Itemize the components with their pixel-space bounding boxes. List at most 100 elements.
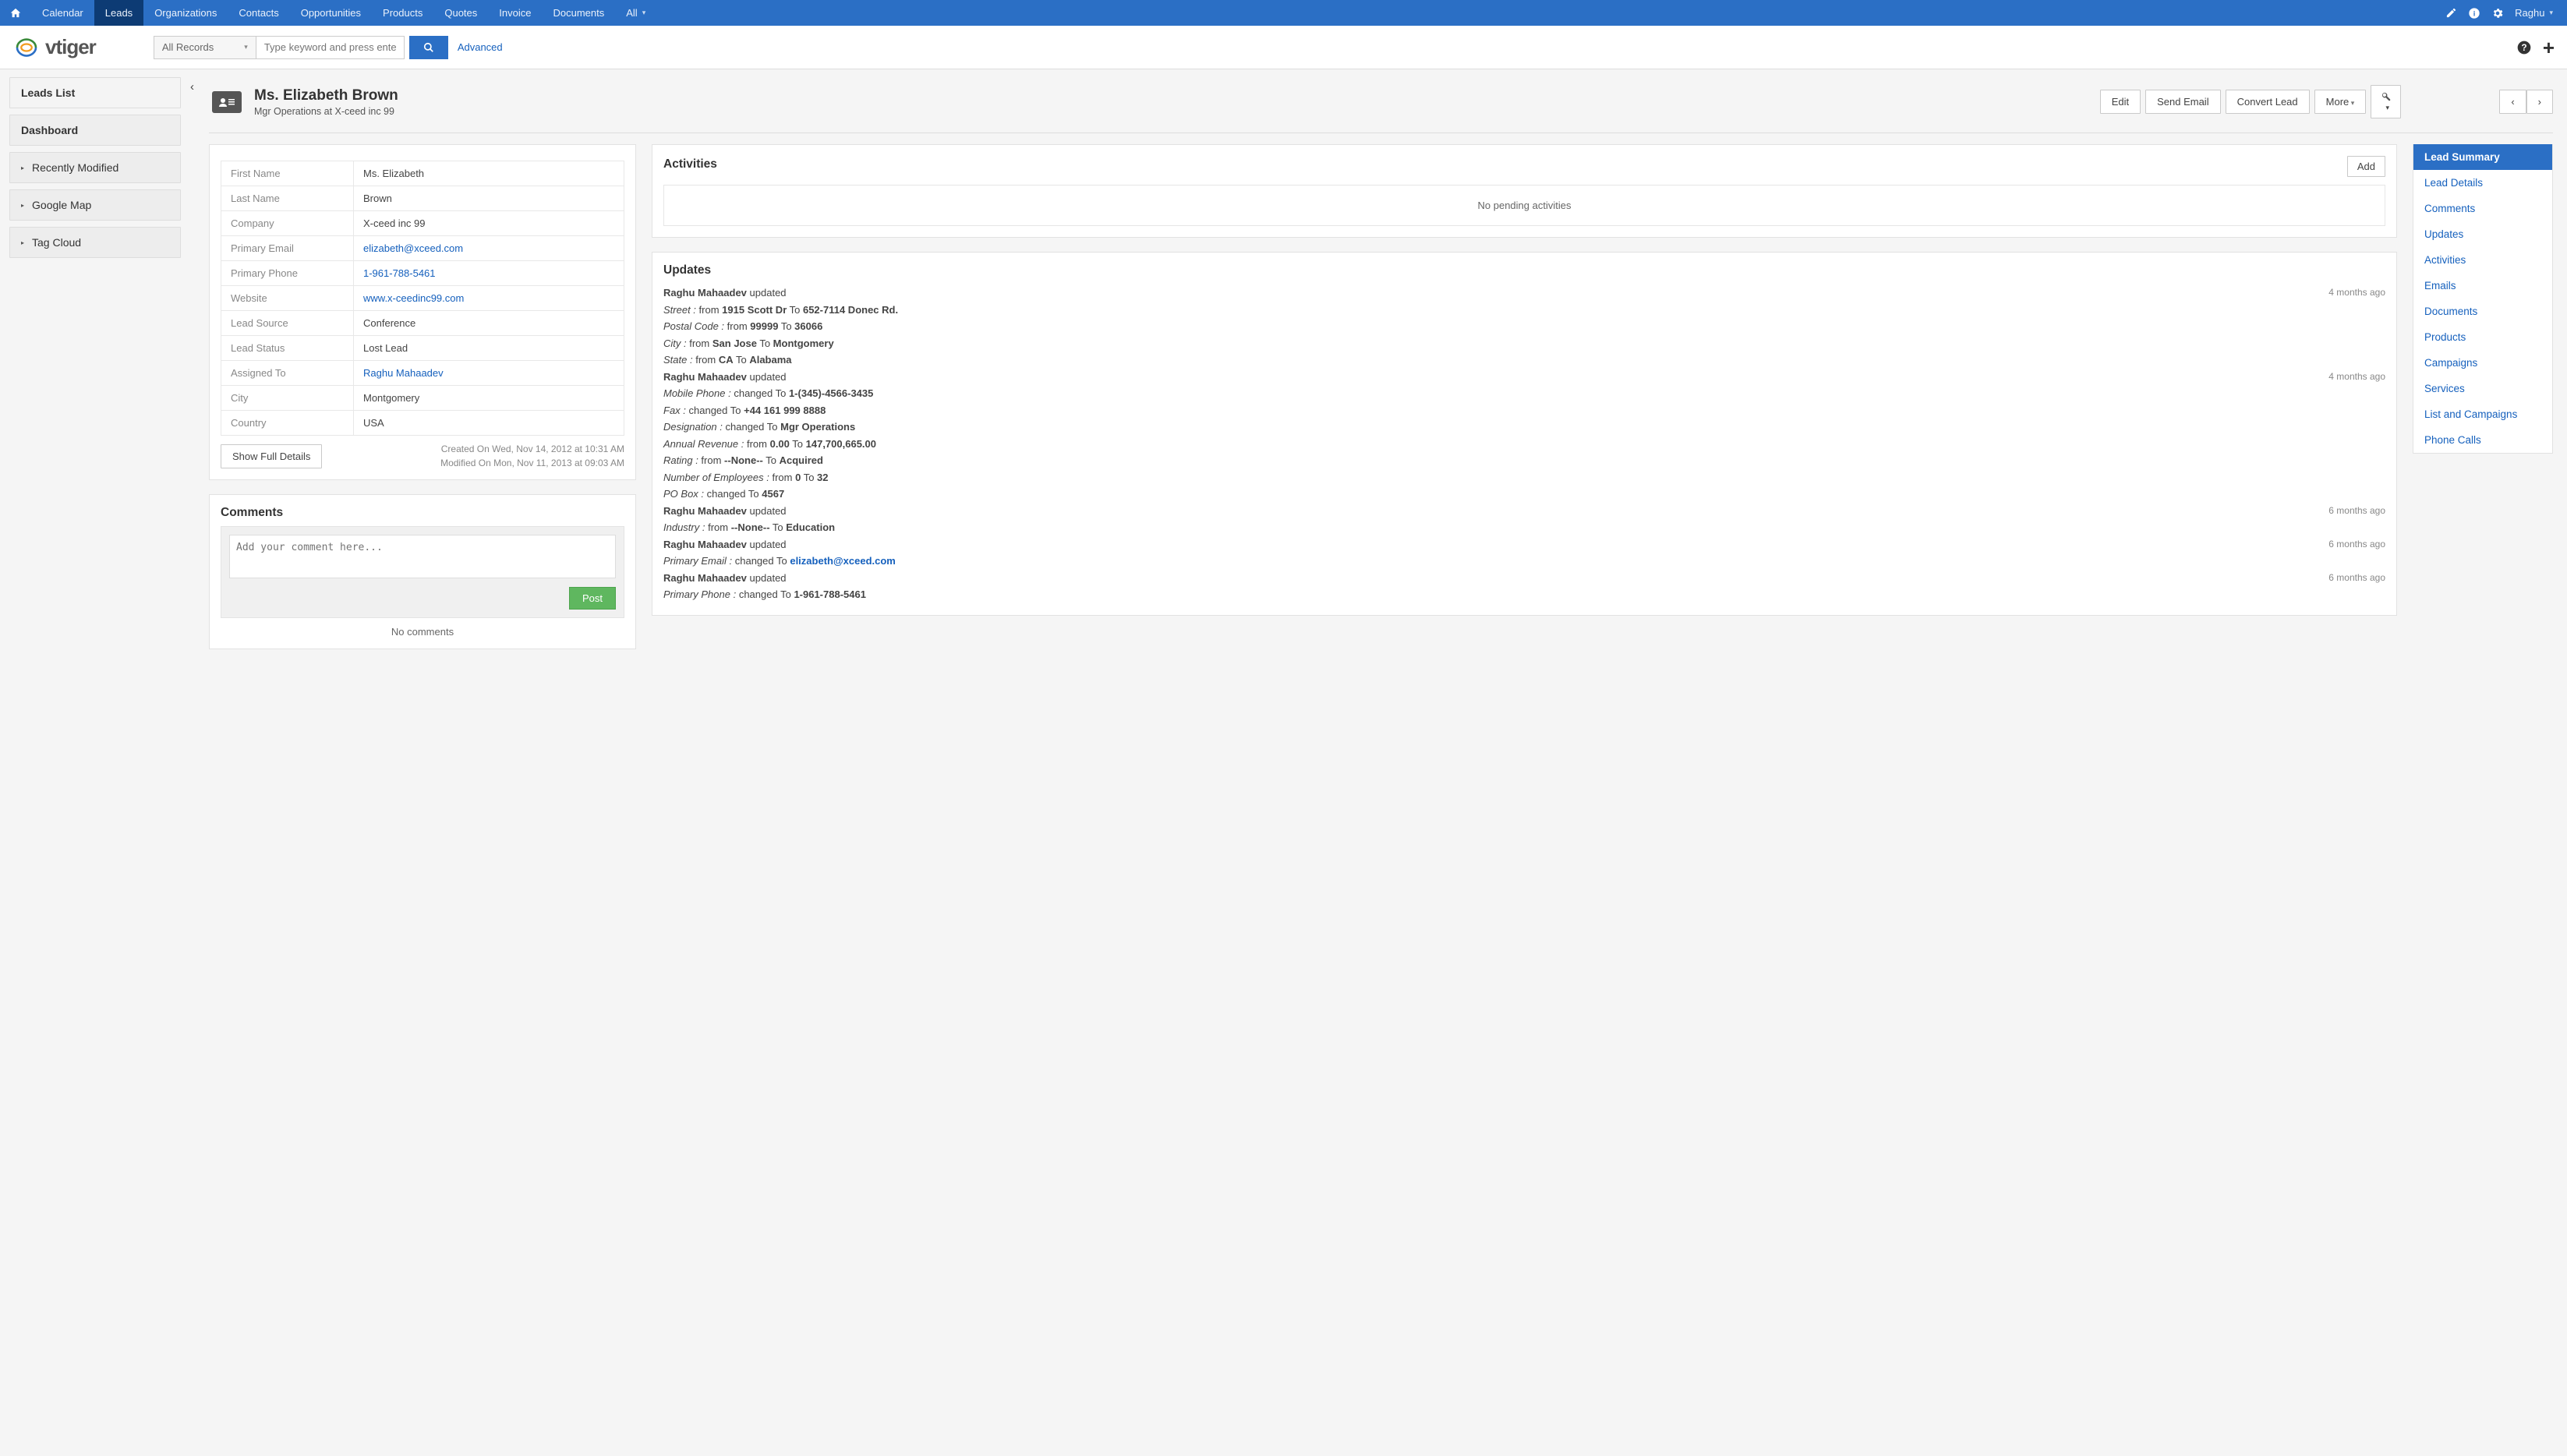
update-to: +44 161 999 8888 — [744, 405, 826, 416]
update-to: Education — [786, 521, 835, 533]
next-record-button[interactable]: › — [2526, 90, 2553, 114]
update-to: 147,700,665.00 — [806, 438, 876, 450]
updates-panel: Updates Raghu Mahaadev updated4 months a… — [652, 252, 2397, 616]
update-field: Annual Revenue : — [663, 438, 747, 450]
post-comment-button[interactable]: Post — [569, 587, 616, 610]
nav-item-invoice[interactable]: Invoice — [488, 0, 542, 26]
tools-button[interactable]: ▾ — [2371, 85, 2401, 118]
detail-value[interactable]: Raghu Mahaadev — [354, 361, 624, 386]
prev-record-button[interactable]: ‹ — [2499, 90, 2526, 114]
record-title: Ms. Elizabeth Brown — [254, 87, 398, 104]
update-to[interactable]: elizabeth@xceed.com — [790, 555, 896, 567]
right-tab-phone-calls[interactable]: Phone Calls — [2413, 427, 2552, 453]
sidebar-collapse-icon[interactable]: ‹ — [190, 80, 201, 96]
update-line: State : from CA To Alabama — [663, 352, 2385, 368]
sidebar-leads-list[interactable]: Leads List — [9, 77, 181, 108]
add-icon[interactable]: + — [2543, 37, 2555, 58]
nav-item-opportunities[interactable]: Opportunities — [290, 0, 372, 26]
advanced-search-link[interactable]: Advanced — [458, 41, 503, 53]
add-activity-button[interactable]: Add — [2347, 156, 2385, 177]
detail-label: Lead Status — [221, 336, 354, 361]
user-menu[interactable]: Raghu▾ — [2515, 7, 2553, 19]
help-icon[interactable]: ? — [2516, 40, 2532, 55]
right-tab-activities[interactable]: Activities — [2413, 247, 2552, 273]
nav-item-documents[interactable]: Documents — [542, 0, 615, 26]
detail-value: Montgomery — [354, 386, 624, 411]
gear-icon[interactable] — [2491, 7, 2504, 19]
right-tab-emails[interactable]: Emails — [2413, 273, 2552, 299]
update-line: Street : from 1915 Scott Dr To 652-7114 … — [663, 302, 2385, 318]
convert-lead-button[interactable]: Convert Lead — [2226, 90, 2310, 114]
update-to: Montgomery — [773, 337, 834, 349]
sidebar-dashboard[interactable]: Dashboard — [9, 115, 181, 146]
brand[interactable]: vtiger — [12, 35, 143, 59]
search-scope-select[interactable]: All Records▾ — [154, 36, 256, 59]
nav-item-quotes[interactable]: Quotes — [433, 0, 488, 26]
detail-row: CountryUSA — [221, 411, 624, 436]
no-comments-text: No comments — [221, 618, 624, 638]
record-header: Ms. Elizabeth Brown Mgr Operations at X-… — [209, 77, 2553, 133]
right-tab-lead-details[interactable]: Lead Details — [2413, 170, 2552, 196]
comment-textarea[interactable] — [229, 535, 616, 578]
detail-label: Assigned To — [221, 361, 354, 386]
update-time: 6 months ago — [2328, 537, 2385, 551]
more-button[interactable]: More — [2314, 90, 2367, 114]
created-on-text: Created On Wed, Nov 14, 2012 at 10:31 AM — [441, 444, 624, 454]
update-field: Number of Employees : — [663, 472, 772, 483]
nav-item-leads[interactable]: Leads — [94, 0, 143, 26]
detail-value: Conference — [354, 311, 624, 336]
update-line: City : from San Jose To Montgomery — [663, 336, 2385, 352]
update-to: 1-(345)-4566-3435 — [789, 387, 873, 399]
info-icon[interactable]: i — [2468, 7, 2480, 19]
right-tab-documents[interactable]: Documents — [2413, 299, 2552, 324]
update-line: Number of Employees : from 0 To 32 — [663, 470, 2385, 486]
modified-on-text: Modified On Mon, Nov 11, 2013 at 09:03 A… — [440, 458, 624, 468]
detail-row: First NameMs. Elizabeth — [221, 161, 624, 186]
update-verb: updated — [750, 572, 787, 584]
nav-item-organizations[interactable]: Organizations — [143, 0, 228, 26]
nav-item-products[interactable]: Products — [372, 0, 433, 26]
detail-label: Company — [221, 211, 354, 236]
detail-row: Primary Emailelizabeth@xceed.com — [221, 236, 624, 261]
right-tab-lead-summary[interactable]: Lead Summary — [2413, 144, 2552, 170]
detail-row: Lead StatusLost Lead — [221, 336, 624, 361]
send-email-button[interactable]: Send Email — [2145, 90, 2220, 114]
right-tab-list-and-campaigns[interactable]: List and Campaigns — [2413, 401, 2552, 427]
detail-value: Lost Lead — [354, 336, 624, 361]
left-sidebar: Leads List Dashboard ▸Recently Modified ▸… — [0, 69, 190, 665]
detail-value[interactable]: elizabeth@xceed.com — [354, 236, 624, 261]
sidebar-widget-google-map[interactable]: ▸Google Map — [9, 189, 181, 221]
detail-row: Last NameBrown — [221, 186, 624, 211]
detail-value: USA — [354, 411, 624, 436]
nav-home[interactable] — [0, 0, 31, 26]
pencil-icon[interactable] — [2445, 7, 2457, 19]
nav-item-contacts[interactable]: Contacts — [228, 0, 289, 26]
right-tab-comments[interactable]: Comments — [2413, 196, 2552, 221]
detail-value[interactable]: 1-961-788-5461 — [354, 261, 624, 286]
right-tab-campaigns[interactable]: Campaigns — [2413, 350, 2552, 376]
chevron-left-icon: ‹ — [2511, 96, 2514, 108]
right-tab-products[interactable]: Products — [2413, 324, 2552, 350]
sub-header: vtiger All Records▾ Advanced ? + — [0, 26, 2567, 69]
sidebar-widget-tag-cloud[interactable]: ▸Tag Cloud — [9, 227, 181, 258]
update-from: San Jose — [712, 337, 757, 349]
update-field: PO Box : — [663, 488, 707, 500]
show-full-details-button[interactable]: Show Full Details — [221, 444, 322, 468]
right-tab-services[interactable]: Services — [2413, 376, 2552, 401]
right-tab-updates[interactable]: Updates — [2413, 221, 2552, 247]
update-field: Rating : — [663, 454, 701, 466]
update-actor: Raghu Mahaadev — [663, 287, 750, 299]
update-field: Fax : — [663, 405, 689, 416]
detail-value[interactable]: www.x-ceedinc99.com — [354, 286, 624, 311]
search-input[interactable] — [256, 36, 405, 59]
search-button[interactable] — [409, 36, 448, 59]
sidebar-widget-recently-modified[interactable]: ▸Recently Modified — [9, 152, 181, 183]
detail-value: X-ceed inc 99 — [354, 211, 624, 236]
comments-title: Comments — [221, 506, 624, 520]
edit-button[interactable]: Edit — [2100, 90, 2141, 114]
nav-item-all[interactable]: All▾ — [615, 0, 656, 26]
detail-label: Primary Phone — [221, 261, 354, 286]
nav-item-calendar[interactable]: Calendar — [31, 0, 94, 26]
update-to: 4567 — [762, 488, 784, 500]
update-verb: updated — [750, 287, 787, 299]
